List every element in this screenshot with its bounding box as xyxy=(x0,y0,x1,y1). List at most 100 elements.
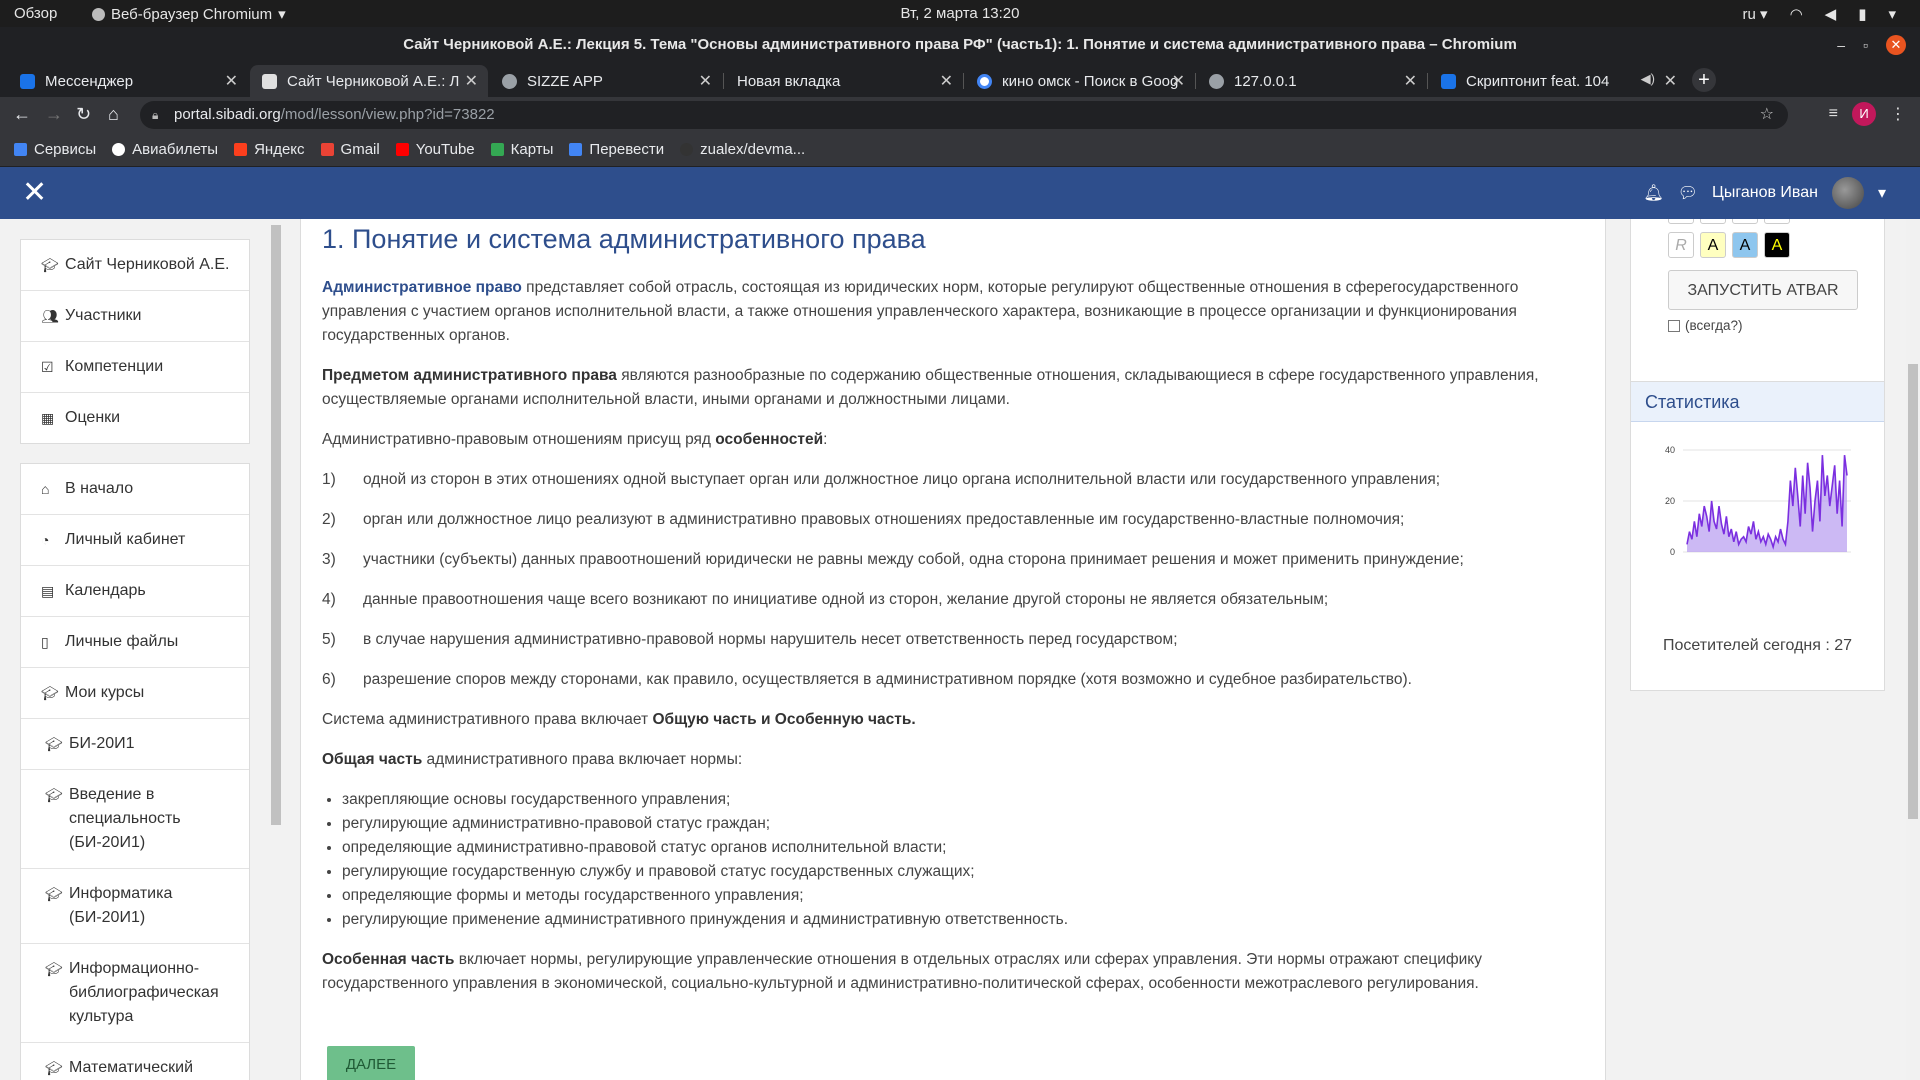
nav-item-my-courses[interactable]: 🎓︎ Мои курсы xyxy=(21,668,249,719)
lock-icon[interactable]: 🔒︎ xyxy=(152,101,158,129)
bookmark-maps[interactable]: Карты xyxy=(490,141,553,158)
close-icon[interactable]: ✕ xyxy=(225,71,238,91)
users-icon: 👥︎ xyxy=(41,308,59,324)
list-item: регулирующие применение административног… xyxy=(342,908,1592,932)
theme-dark-button[interactable]: A xyxy=(1764,232,1790,258)
back-icon[interactable]: ← xyxy=(13,104,31,125)
nav-item-calendar[interactable]: ▤ Календарь xyxy=(21,566,249,617)
nav-item-course[interactable]: 🎓︎ БИ-20И1 xyxy=(21,719,249,770)
atbar-tools-row xyxy=(1668,219,1790,224)
activities-button[interactable]: Обзор xyxy=(14,5,57,22)
paragraph: Система административного права включает… xyxy=(322,711,916,728)
tab-localhost[interactable]: 127.0.0.1 ✕ xyxy=(1197,65,1427,97)
launch-atbar-button[interactable]: ЗАПУСТИТЬ ATBAR xyxy=(1668,270,1858,310)
bookmark-services[interactable]: Сервисы xyxy=(14,141,96,158)
user-avatar[interactable] xyxy=(1831,177,1864,209)
app-menu[interactable]: Веб-браузер Chromium ▾ xyxy=(92,5,286,23)
bookmark-yandex[interactable]: Яндекс xyxy=(234,141,305,158)
nav-item-course[interactable]: 🎓︎ Информационно-библиографическая культу… xyxy=(21,944,249,1043)
theme-yellow-button[interactable]: A xyxy=(1700,232,1726,258)
nav-item-home[interactable]: ⌂ В начало xyxy=(21,464,249,515)
url-host: portal.sibadi.org xyxy=(174,106,281,123)
user-name[interactable]: Цыганов Иван xyxy=(1712,184,1818,202)
scrollbar-thumb[interactable] xyxy=(1908,364,1918,819)
tab-lecture[interactable]: Сайт Черниковой А.Е.: Л ✕ xyxy=(250,65,488,97)
atbar-tool[interactable] xyxy=(1700,219,1726,224)
tab-google-search[interactable]: кино омск - Поиск в Goog ✕ xyxy=(965,65,1195,97)
system-tray[interactable]: ru ▾ ◠ ◀ ▮ ▾ xyxy=(1743,5,1896,23)
menu-icon[interactable]: ⋮ xyxy=(1890,104,1906,124)
graduation-cap-icon: 🎓︎ xyxy=(45,961,63,977)
table-icon: ▦ xyxy=(41,410,55,426)
paragraph: Административное право представляет собо… xyxy=(322,279,1519,344)
close-icon[interactable]: ✕ xyxy=(1886,35,1906,55)
speaker-icon[interactable]: ◀) xyxy=(1641,71,1655,87)
url-path: /mod/lesson/view.php?id=73822 xyxy=(280,106,495,123)
next-button[interactable]: ДАЛЕЕ xyxy=(327,1046,415,1080)
list-item: определяющие административно-правовой ст… xyxy=(342,836,1592,860)
theme-reset-button[interactable]: R xyxy=(1668,232,1694,258)
feature-item: 3) участники (субъекты) данных правоотнош… xyxy=(322,551,1464,568)
always-checkbox[interactable] xyxy=(1668,319,1680,332)
paragraph: Особенная часть включает нормы, регулиру… xyxy=(322,951,1483,992)
messenger-icon xyxy=(20,73,35,89)
reload-icon[interactable]: ↻ xyxy=(76,104,91,125)
forward-icon[interactable]: → xyxy=(45,104,63,125)
bookmark-github[interactable]: zualex/devma... xyxy=(680,141,805,158)
close-icon[interactable]: ✕ xyxy=(465,71,478,91)
atbar-tool[interactable] xyxy=(1668,219,1694,224)
feature-item: 6) разрешение споров между сторонами, как… xyxy=(322,671,1412,688)
close-icon[interactable]: ✕ xyxy=(940,71,953,91)
bookmark-star-icon[interactable]: ☆ xyxy=(1760,101,1774,129)
nav-item-course[interactable]: 🎓︎Математический анализ АСб, БИ xyxy=(21,1043,249,1080)
close-icon[interactable]: ✕ xyxy=(699,71,712,91)
nav-item-competencies[interactable]: ☑ Компетенции xyxy=(21,342,249,393)
close-drawer-icon[interactable]: ✕ xyxy=(22,178,47,208)
close-icon[interactable]: ✕ xyxy=(1172,71,1185,91)
yandex-icon xyxy=(234,143,248,156)
bookmark-gmail[interactable]: Gmail xyxy=(320,141,380,158)
nav-item-course[interactable]: 🎓︎ Введение в специальность (БИ-20И1) xyxy=(21,770,249,869)
nav-item-participants[interactable]: 👥︎ Участники xyxy=(21,291,249,342)
chevron-down-icon[interactable]: ▾ xyxy=(1878,183,1886,203)
paragraph: Общая часть административного права вклю… xyxy=(322,751,743,768)
bookmark-flights[interactable]: Авиабилеты xyxy=(112,141,218,158)
profile-avatar[interactable]: И xyxy=(1852,102,1876,126)
home-icon[interactable]: ⌂ xyxy=(108,104,119,125)
language-indicator[interactable]: ru ▾ xyxy=(1743,5,1768,23)
address-bar[interactable]: 🔒︎ portal.sibadi.org/mod/lesson/view.php… xyxy=(140,101,1788,129)
bookmark-translate[interactable]: Перевести xyxy=(569,141,664,158)
tab-new[interactable]: Новая вкладка ✕ xyxy=(725,65,963,97)
tab-label: SIZZE APP xyxy=(527,72,603,90)
minimize-icon[interactable]: – xyxy=(1837,37,1845,53)
maximize-icon[interactable]: ▫ xyxy=(1863,37,1868,53)
tab-music[interactable]: Скриптонит feat. 104 ◀) ✕ xyxy=(1429,65,1687,97)
new-tab-button[interactable]: + xyxy=(1692,68,1716,92)
media-control-icon[interactable]: ≡ xyxy=(1829,105,1838,123)
youtube-icon xyxy=(395,143,409,156)
tab-messenger[interactable]: Мессенджер ✕ xyxy=(8,65,248,97)
lesson-title: 1. Понятие и система административного п… xyxy=(322,224,926,254)
nav-item-files[interactable]: ▯ Личные файлы xyxy=(21,617,249,668)
always-option[interactable]: (всегда?) xyxy=(1668,318,1742,333)
nav-item-grades[interactable]: ▦ Оценки xyxy=(21,393,249,443)
close-icon[interactable]: ✕ xyxy=(1664,71,1677,91)
stats-block: Статистика 40 20 0 Посетителей сегодня : 2… xyxy=(1630,381,1885,691)
page-scrollbar[interactable] xyxy=(1906,219,1920,1080)
chat-icon[interactable]: 💬︎ xyxy=(1678,183,1698,203)
close-icon[interactable]: ✕ xyxy=(1404,71,1417,91)
apps-grid-icon xyxy=(14,143,27,156)
bell-icon[interactable]: 🔔︎ xyxy=(1643,183,1663,203)
tab-sizze[interactable]: SIZZE APP ✕ xyxy=(490,65,722,97)
atbar-tool[interactable] xyxy=(1764,219,1790,224)
nav-item-course-home[interactable]: 🎓︎ Сайт Черниковой А.Е. xyxy=(21,240,249,291)
atbar-tool[interactable] xyxy=(1732,219,1758,224)
drawer-scrollbar[interactable] xyxy=(271,225,281,825)
clock[interactable]: Вт, 2 марта 13:20 xyxy=(901,5,1020,22)
bookmark-youtube[interactable]: YouTube xyxy=(395,141,475,158)
nav-item-dashboard[interactable]: ◔ Личный кабинет xyxy=(21,515,249,566)
theme-blue-button[interactable]: A xyxy=(1732,232,1758,258)
gmail-icon xyxy=(320,143,334,156)
nav-item-course[interactable]: 🎓︎ Информатика (БИ-20И1) xyxy=(21,869,249,944)
visitors-today: Посетителей сегодня : 27 xyxy=(1662,637,1853,654)
